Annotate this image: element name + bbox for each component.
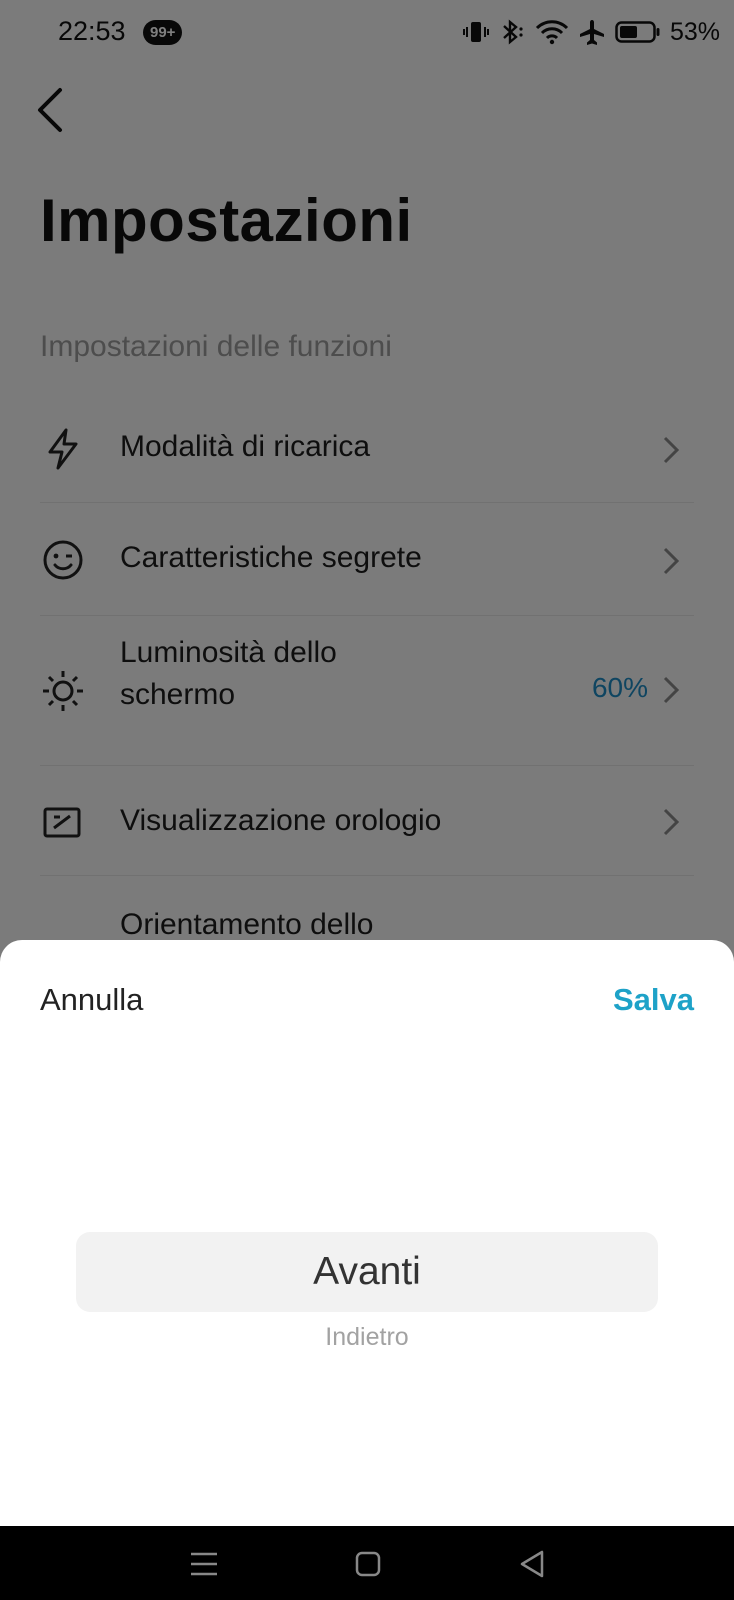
bottom-sheet: Annulla Salva Avanti Indietro xyxy=(0,940,734,1526)
back-triangle-icon[interactable] xyxy=(512,1544,552,1584)
navigation-bar xyxy=(0,1526,734,1600)
menu-icon[interactable] xyxy=(184,1544,224,1584)
picker-option-selected[interactable]: Avanti xyxy=(76,1232,658,1312)
cancel-button[interactable]: Annulla xyxy=(40,982,143,1018)
save-button[interactable]: Salva xyxy=(613,982,694,1018)
picker-option[interactable]: Indietro xyxy=(76,1323,658,1352)
home-icon[interactable] xyxy=(348,1544,388,1584)
